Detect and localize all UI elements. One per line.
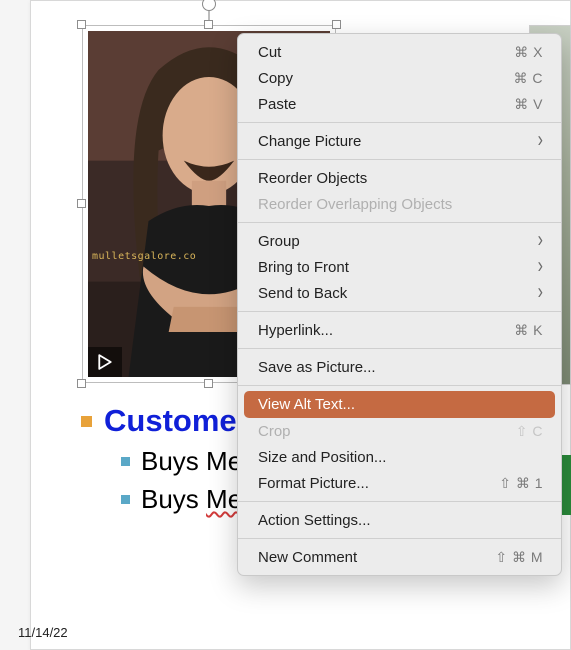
menu-item[interactable]: Action Settings... [238, 507, 561, 533]
resize-handle-tl[interactable] [77, 20, 86, 29]
chevron-right-icon: › [538, 282, 543, 304]
menu-separator [238, 538, 561, 539]
menu-item-label: Send to Back [258, 285, 530, 302]
bullet-icon [81, 416, 92, 427]
slide-date-footer: 11/14/22 [18, 625, 68, 640]
menu-separator [238, 348, 561, 349]
menu-separator [238, 311, 561, 312]
menu-item[interactable]: Send to Back › [238, 280, 561, 306]
menu-item-shortcut: ⇧ ⌘ 1 [499, 475, 543, 492]
play-icon [98, 354, 112, 370]
menu-item[interactable]: Hyperlink...⌘ K [238, 317, 561, 343]
bullet-icon [121, 457, 130, 466]
context-menu: Cut⌘ XCopy⌘ CPaste⌘ VChange Picture›Reor… [237, 33, 562, 576]
menu-separator [238, 159, 561, 160]
chevron-right-icon: › [538, 256, 543, 278]
menu-item-label: Hyperlink... [258, 322, 514, 339]
menu-item[interactable]: Bring to Front › [238, 254, 561, 280]
menu-item-label: Bring to Front [258, 259, 530, 276]
menu-item[interactable]: New Comment⇧ ⌘ M [238, 544, 561, 570]
menu-item-shortcut: ⇧ C [516, 423, 543, 440]
menu-item-label: Reorder Objects [258, 170, 543, 187]
resize-handle-tr[interactable] [332, 20, 341, 29]
menu-item-label: Action Settings... [258, 512, 543, 529]
menu-item-shortcut: ⌘ V [514, 96, 543, 113]
menu-item[interactable]: Format Picture...⇧ ⌘ 1 [238, 470, 561, 496]
slide-text-block: Customer Buys Met Buys Meg [81, 403, 257, 515]
menu-item-label: View Alt Text... [258, 396, 543, 413]
menu-item-label: Group [258, 233, 530, 250]
menu-item-label: Copy [258, 70, 514, 87]
menu-separator [238, 501, 561, 502]
menu-item-shortcut: ⌘ K [514, 322, 543, 339]
menu-item[interactable]: Cut⌘ X [238, 39, 561, 65]
resize-handle-t[interactable] [204, 20, 213, 29]
bullet-icon [121, 495, 130, 504]
menu-item-label: Format Picture... [258, 475, 499, 492]
resize-handle-l[interactable] [77, 199, 86, 208]
menu-item[interactable]: Copy⌘ C [238, 65, 561, 91]
resize-handle-b[interactable] [204, 379, 213, 388]
menu-item-label: Reorder Overlapping Objects [258, 196, 543, 213]
slide-heading[interactable]: Customer [104, 403, 249, 439]
menu-item[interactable]: Change Picture › [238, 128, 561, 154]
chevron-right-icon: › [538, 230, 543, 252]
menu-separator [238, 385, 561, 386]
menu-item-shortcut: ⌘ X [514, 44, 543, 61]
image-watermark: mulletsgalore.co [92, 251, 196, 262]
menu-item-label: Paste [258, 96, 514, 113]
menu-item-label: Save as Picture... [258, 359, 543, 376]
menu-item-shortcut: ⇧ ⌘ M [495, 549, 543, 566]
bullet-text-prefix: Buys [141, 484, 206, 514]
rotate-handle[interactable] [202, 0, 216, 11]
menu-item[interactable]: Save as Picture... [238, 354, 561, 380]
menu-separator [238, 222, 561, 223]
menu-item: Crop⇧ C [238, 418, 561, 444]
resize-handle-bl[interactable] [77, 379, 86, 388]
menu-item[interactable]: Paste⌘ V [238, 91, 561, 117]
menu-item-label: Crop [258, 423, 516, 440]
menu-item-label: New Comment [258, 549, 495, 566]
chevron-right-icon: › [538, 130, 543, 152]
play-badge[interactable] [88, 347, 122, 377]
bullet-text-prefix: Buys [141, 446, 206, 476]
menu-item-shortcut: ⌘ C [514, 70, 544, 87]
menu-item[interactable]: View Alt Text... [244, 391, 555, 418]
menu-item[interactable]: Size and Position... [238, 444, 561, 470]
menu-item[interactable]: Reorder Objects [238, 165, 561, 191]
menu-item-label: Change Picture [258, 133, 530, 150]
menu-item-label: Cut [258, 44, 514, 61]
menu-item[interactable]: Group › [238, 228, 561, 254]
adjacent-text-strip [561, 455, 571, 515]
menu-item-label: Size and Position... [258, 449, 543, 466]
menu-separator [238, 122, 561, 123]
menu-item: Reorder Overlapping Objects [238, 191, 561, 217]
